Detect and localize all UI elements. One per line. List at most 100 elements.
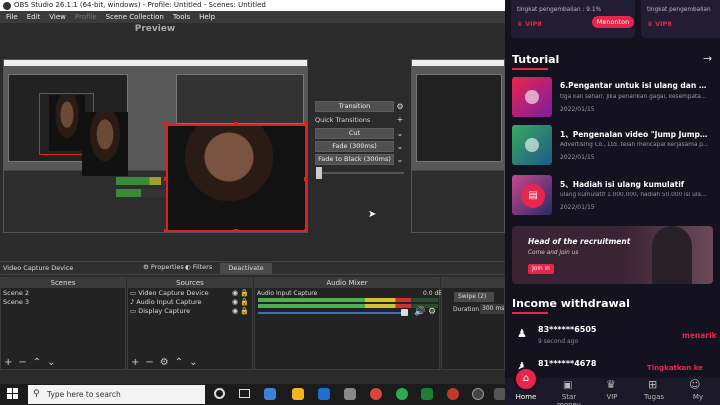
properties-button[interactable]: ⚙ Properties [143, 263, 184, 271]
cortana-icon[interactable] [214, 388, 225, 399]
tutorial-thumbnail[interactable] [512, 77, 552, 117]
windows-start-icon[interactable] [7, 388, 18, 399]
selected-source-name: Video Capture Device [3, 264, 74, 272]
add-icon[interactable]: + [4, 357, 12, 369]
resize-handle[interactable] [164, 229, 168, 232]
volume-slider-handle[interactable] [401, 309, 408, 316]
visibility-eye-icon[interactable]: ◉ 🔒 ◉ 🔒 ◉ 🔒 [232, 289, 249, 316]
menu-profile[interactable]: Profile [75, 11, 97, 23]
recruit-headline: Head of the recruitment [528, 237, 631, 246]
menu-file[interactable]: File [6, 11, 18, 23]
remove-icon[interactable]: − [18, 357, 26, 369]
transition-button[interactable]: Transition [315, 101, 394, 112]
nav-tugas[interactable]: Tugas [634, 393, 674, 401]
move-down-icon[interactable]: ⌄ [47, 357, 55, 369]
crown-icon[interactable]: ♛ [606, 378, 616, 391]
volume-slider[interactable] [258, 312, 408, 314]
resize-handle[interactable] [234, 122, 238, 126]
promo-card[interactable]: tingkat pengembalian ♛ VIP8 [641, 0, 720, 38]
tutorial-item-title[interactable]: 5、Hadiah isi ulang kumulatif [560, 179, 710, 190]
chevron-down-icon[interactable]: ⌄ [394, 141, 406, 152]
join-button[interactable]: Join in [528, 264, 554, 274]
search-icon: ⚲ [33, 389, 40, 399]
resize-handle[interactable] [304, 177, 307, 181]
gear-icon[interactable]: ⚙ [394, 101, 406, 112]
play-icon [525, 138, 539, 152]
fade-button[interactable]: Fade (300ms) [315, 141, 394, 152]
resize-handle[interactable] [304, 229, 307, 232]
edge-icon[interactable] [264, 388, 276, 400]
chevron-down-icon[interactable]: ⌄ [394, 128, 406, 139]
file-explorer-icon[interactable] [292, 388, 304, 400]
chat-icon[interactable]: ▤ [521, 184, 545, 208]
source-item[interactable]: ♪ Audio Input Capture [130, 298, 202, 307]
taskbar-search-input[interactable]: ⚲ Type here to search [28, 385, 205, 404]
remove-icon[interactable]: − [145, 357, 153, 369]
nav-my[interactable]: My [678, 393, 718, 401]
profile-icon[interactable]: ☺ [689, 378, 700, 391]
resize-handle[interactable] [234, 229, 238, 232]
menu-scene-collection[interactable]: Scene Collection [106, 11, 164, 23]
chevron-down-icon[interactable]: ⌄ [394, 154, 406, 165]
star-money-icon[interactable]: ▣ [563, 380, 572, 391]
gift-icon[interactable]: ⊞ [648, 378, 657, 391]
menu-edit[interactable]: Edit [27, 11, 41, 23]
selected-source-outline[interactable] [166, 124, 307, 232]
duration-input[interactable]: 300 ms [480, 304, 506, 314]
promo-card[interactable]: tingkat pengembalian : 9.1% ♛ VIP8 Menon… [511, 0, 635, 38]
add-icon[interactable]: + [394, 114, 406, 125]
task-view-icon[interactable] [239, 389, 250, 398]
deactivate-button[interactable]: Deactivate [220, 263, 272, 274]
preview-canvas[interactable] [3, 59, 308, 233]
tutorial-item-desc: Advertising Co., Ltd. telah mencapai ker… [560, 142, 710, 148]
excel-icon[interactable] [421, 388, 433, 400]
move-down-icon[interactable]: ⌄ [189, 357, 197, 369]
gear-icon[interactable]: ⚙ [428, 307, 436, 317]
tbar-handle[interactable] [316, 167, 322, 179]
tutorial-item-title[interactable]: 6.Pengantar untuk isi ulang dan pen... [560, 81, 710, 90]
move-up-icon[interactable]: ⌃ [33, 357, 41, 369]
speaker-icon[interactable]: 🔊 [414, 307, 425, 317]
source-item[interactable]: ▭ Video Capture Device [130, 289, 209, 298]
nav-vip[interactable]: VIP [592, 393, 632, 401]
obs-icon[interactable] [472, 388, 484, 400]
move-up-icon[interactable]: ⌃ [175, 357, 183, 369]
scene-item[interactable]: Scene 2 [3, 289, 29, 298]
nav-home[interactable]: Home [506, 393, 546, 401]
menu-tools[interactable]: Tools [173, 11, 190, 23]
resize-handle[interactable] [304, 122, 307, 126]
resize-handle[interactable] [164, 177, 168, 181]
recruit-banner[interactable]: Head of the recruitment Come and join us… [512, 226, 713, 284]
source-toolbar: Video Capture Device ⚙ Properties ◐ Filt… [0, 261, 505, 275]
tutorial-item-title[interactable]: 1、Pengenalan video "Jump Jump" ... [560, 129, 710, 140]
cut-button[interactable]: Cut [315, 128, 394, 139]
mouse-cursor-icon: ➤ [368, 209, 377, 220]
tutorial-thumbnail[interactable] [512, 125, 552, 165]
chrome-icon[interactable] [370, 388, 382, 400]
menu-help[interactable]: Help [199, 11, 215, 23]
add-icon[interactable]: + [131, 357, 139, 369]
home-icon[interactable]: ⌂ [514, 367, 538, 391]
chrome-icon[interactable] [396, 388, 408, 400]
mail-icon[interactable] [344, 388, 356, 400]
source-item[interactable]: ▭ Display Capture [130, 307, 190, 316]
transition-select[interactable]: Swipe (2) [454, 292, 494, 302]
store-icon[interactable] [318, 388, 330, 400]
fade-to-black-button[interactable]: Fade to Black (300ms) [315, 154, 394, 165]
gear-icon[interactable]: ⚙ [160, 357, 169, 369]
tutorial-item-desc: ulang kumulatif 1.000.000, hadiah 50.000… [560, 192, 710, 198]
mixer-channel-name: Audio Input Capture [257, 290, 318, 297]
income-title: Income withdrawal [512, 297, 630, 310]
tbar-track[interactable] [316, 172, 404, 174]
obs-logo-icon [3, 2, 11, 10]
menu-bar: File Edit View Profile Scene Collection … [0, 11, 505, 23]
chrome-icon[interactable] [447, 388, 459, 400]
arrow-right-icon[interactable]: → [703, 52, 712, 65]
watch-button[interactable]: Menonton [592, 16, 634, 28]
resize-handle[interactable] [164, 122, 168, 126]
filters-button[interactable]: ◐ Filters [185, 263, 212, 271]
nav-star-money[interactable]: Star money [549, 393, 589, 405]
menu-view[interactable]: View [49, 11, 66, 23]
scene-item[interactable]: Scene 3 [3, 298, 29, 307]
volume-meter [258, 298, 438, 302]
